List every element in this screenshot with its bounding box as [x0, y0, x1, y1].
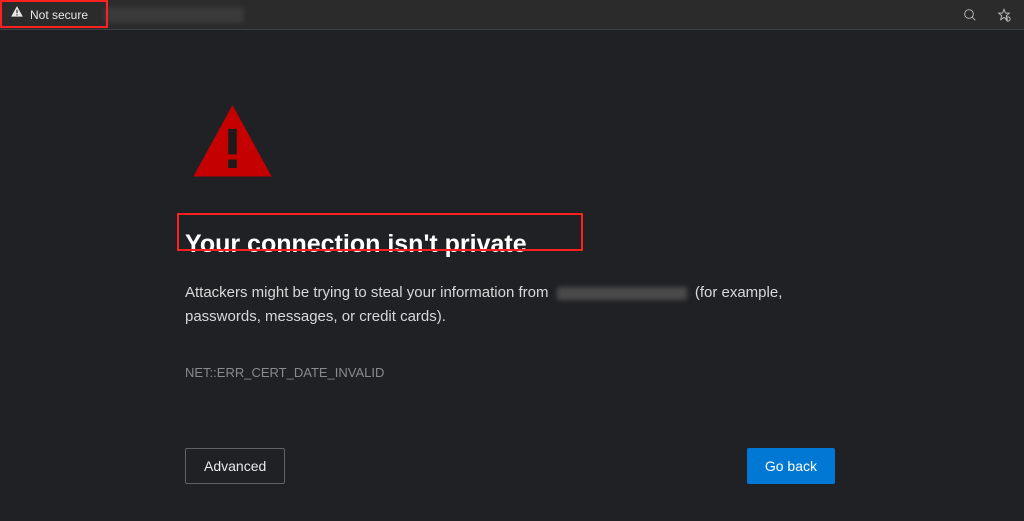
warning-triangle-icon	[10, 5, 24, 24]
page-title: Your connection isn't private	[185, 230, 1024, 259]
security-status-text: Not secure	[30, 8, 88, 22]
favorite-settings-icon[interactable]	[990, 1, 1018, 29]
button-row: Advanced Go back	[185, 448, 835, 484]
advanced-button[interactable]: Advanced	[185, 448, 285, 484]
warning-description: Attackers might be trying to steal your …	[185, 281, 845, 329]
security-status-chip[interactable]: Not secure	[6, 3, 96, 27]
go-back-button[interactable]: Go back	[747, 448, 835, 484]
address-bar: Not secure	[0, 0, 1024, 30]
url-text-redacted	[104, 7, 244, 23]
interstitial-content: Your connection isn't private Attackers …	[0, 30, 1024, 484]
zoom-icon[interactable]	[956, 1, 984, 29]
desc-prefix: Attackers might be trying to steal your …	[185, 284, 548, 301]
error-code: NET::ERR_CERT_DATE_INVALID	[185, 365, 1024, 380]
warning-triangle-large-icon	[190, 100, 275, 190]
hostname-redacted	[557, 287, 687, 300]
